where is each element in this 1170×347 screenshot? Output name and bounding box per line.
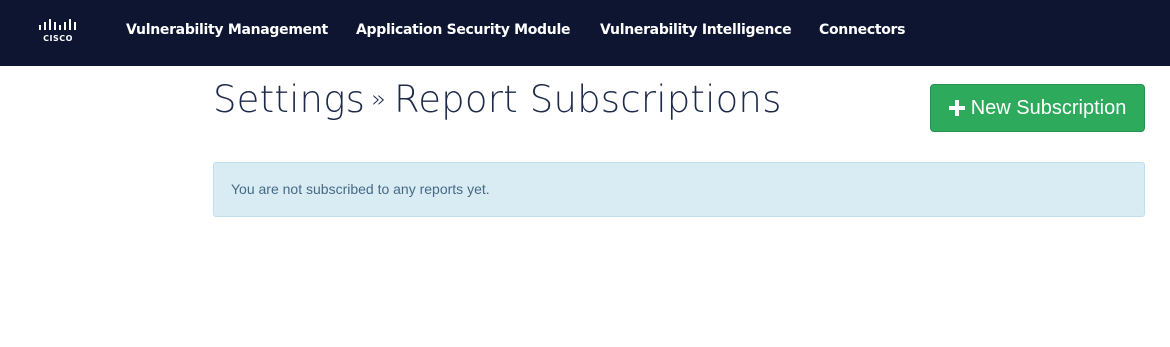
logo-wordmark: CISCO [43,34,73,43]
plus-icon [948,100,965,116]
new-subscription-button[interactable]: New Subscription [930,84,1145,132]
empty-subscriptions-alert: You are not subscribed to any reports ye… [213,162,1145,217]
nav-item-connectors[interactable]: Connectors [819,22,905,38]
nav-item-application-security-module[interactable]: Application Security Module [356,22,570,38]
cisco-bars-icon [39,19,76,30]
top-navigation-bar: CISCO Vulnerability Management Applicati… [0,0,1170,66]
breadcrumb-current: Report Subscriptions [393,78,782,121]
cisco-logo[interactable]: CISCO [36,19,80,47]
breadcrumb-separator: » [371,85,386,113]
page-title: Settings» Report Subscriptions [213,78,782,121]
nav-item-vulnerability-intelligence[interactable]: Vulnerability Intelligence [600,22,792,38]
nav-item-vulnerability-management[interactable]: Vulnerability Management [126,22,328,38]
alert-message: You are not subscribed to any reports ye… [231,181,490,197]
breadcrumb-settings[interactable]: Settings [213,78,365,121]
new-subscription-label: New Subscription [970,96,1127,119]
